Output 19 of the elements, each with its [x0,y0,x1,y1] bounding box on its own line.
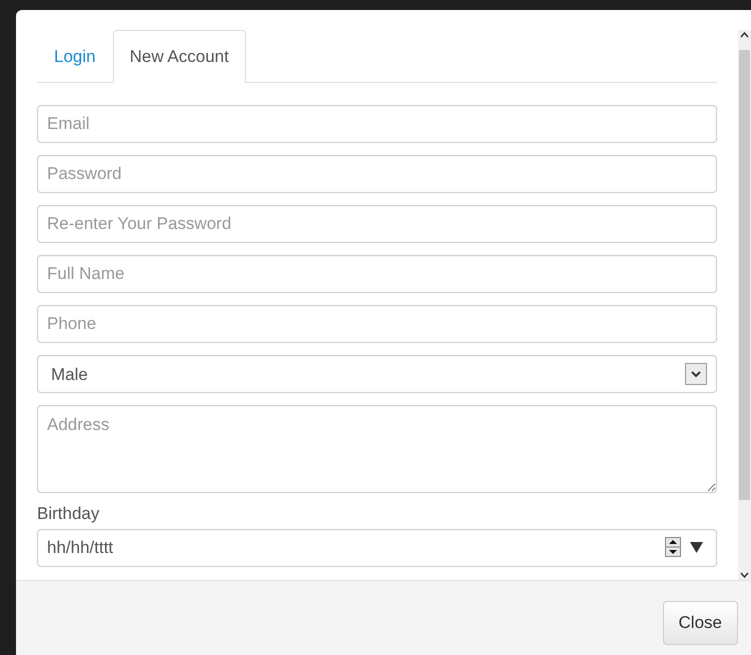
dropdown-icon[interactable] [690,542,703,553]
tab[interactable]: Login [37,30,113,82]
input-field[interactable]: Re-enter Your Password [37,204,717,242]
input-field[interactable]: Email [37,104,717,142]
spinner-icon[interactable] [665,537,681,557]
date-field[interactable]: hh/hh/tttt [37,529,717,567]
input-field[interactable]: Full Name [37,254,717,292]
scrollbar[interactable] [738,30,751,580]
scrollbar-thumb[interactable] [739,50,750,500]
select-field[interactable]: Male [37,354,717,392]
dropdown-icon [685,362,707,384]
scroll-down-icon[interactable] [738,570,751,580]
input-field[interactable]: Password [37,154,717,192]
close-button[interactable]: Close [662,601,738,644]
input-field[interactable]: Phone [37,304,717,342]
text-area[interactable]: Address [37,404,717,492]
field-label: Birthday [37,502,100,524]
tab[interactable]: New Account [112,30,246,82]
scroll-up-icon[interactable] [738,30,751,40]
